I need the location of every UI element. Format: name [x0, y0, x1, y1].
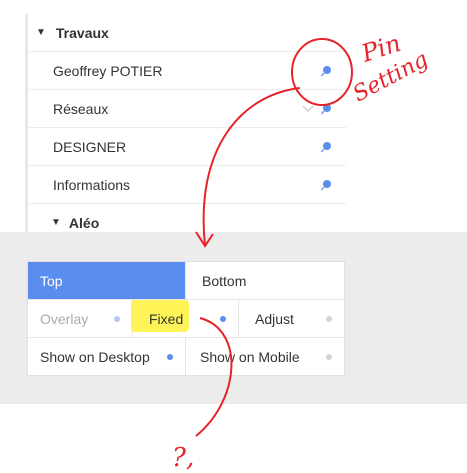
list-item-label: Geoffrey POTIER — [53, 62, 163, 79]
list-item[interactable]: Réseaux — [28, 89, 346, 127]
desktop-label: Show on Desktop — [40, 348, 150, 365]
list-item[interactable]: Informations — [28, 165, 346, 203]
pin-icon[interactable] — [320, 141, 332, 153]
status-dot — [326, 315, 332, 322]
status-dot — [220, 315, 226, 322]
show-on-mobile-option[interactable]: Show on Mobile — [186, 338, 344, 375]
chevron-down-icon[interactable] — [302, 105, 314, 113]
subgroup-title: Aléo — [68, 214, 100, 231]
navigation-list: ▼ Travaux Geoffrey POTIER Réseaux DESIGN… — [25, 14, 346, 232]
status-dot — [167, 353, 173, 360]
position-bottom-option[interactable]: Bottom — [186, 262, 344, 299]
pin-icon[interactable] — [320, 65, 332, 77]
status-dot — [114, 315, 120, 322]
list-item-label: DESIGNER — [53, 138, 127, 155]
device-row: Show on Desktop Show on Mobile — [28, 338, 344, 375]
list-item[interactable]: DESIGNER — [28, 127, 346, 165]
position-top-option[interactable]: Top — [28, 262, 186, 299]
overlay-label: Overlay — [40, 310, 89, 327]
triangle-down-icon: ▼ — [36, 27, 46, 38]
pin-note-text: Pin — [357, 29, 404, 68]
position-row: Top Bottom — [28, 262, 344, 300]
mode-overlay-option[interactable]: Overlay — [28, 300, 133, 337]
subgroup-header-aleo[interactable]: ▼ Aléo — [28, 203, 346, 232]
group-header-travaux[interactable]: ▼ Travaux — [28, 14, 346, 51]
status-dot — [326, 353, 332, 360]
mobile-label: Show on Mobile — [200, 348, 300, 365]
pin-settings-panel: Top Bottom Overlay Fixed Adjust Show on … — [0, 232, 467, 404]
pin-icon[interactable] — [320, 103, 332, 115]
show-on-desktop-option[interactable]: Show on Desktop — [28, 338, 186, 375]
list-item-label: Informations — [53, 176, 131, 193]
setting-note-text: Setting — [349, 47, 432, 107]
fixed-label: Fixed — [149, 310, 184, 327]
triangle-down-icon: ▼ — [51, 217, 61, 228]
mode-adjust-option[interactable]: Adjust — [239, 300, 344, 337]
pin-icon[interactable] — [320, 179, 332, 191]
list-item[interactable]: Geoffrey POTIER — [28, 51, 346, 89]
question-note-text: ?, — [172, 443, 194, 473]
adjust-label: Adjust — [255, 310, 294, 327]
group-title: Travaux — [55, 24, 109, 41]
list-item-label: Réseaux — [53, 100, 109, 117]
